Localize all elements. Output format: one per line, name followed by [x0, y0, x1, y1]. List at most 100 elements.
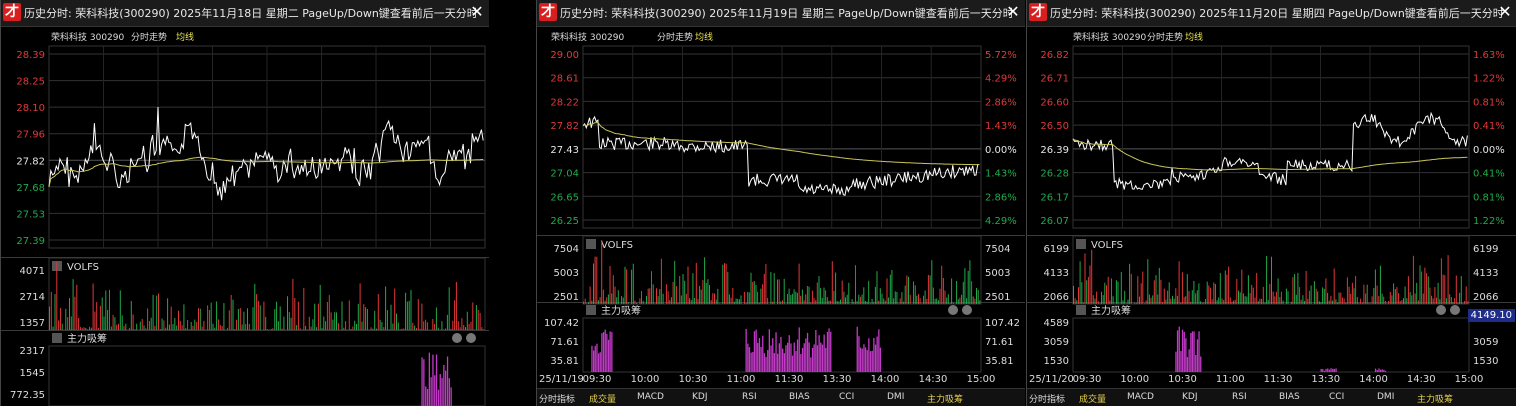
main-bar	[593, 350, 595, 372]
indicator-tab[interactable]: 成交量	[1079, 392, 1106, 405]
volume-bar	[730, 297, 732, 304]
indicator-tab[interactable]: 成交量	[589, 392, 616, 405]
volume-bar	[475, 305, 477, 330]
indicator-tab[interactable]: 分时指标	[1029, 392, 1065, 405]
indicator-tab[interactable]: RSI	[742, 392, 757, 402]
pct-tick-label: 0.81%	[1473, 97, 1505, 108]
indicator-tab[interactable]: MACD	[1127, 392, 1154, 402]
volume-bar	[853, 301, 855, 304]
volume-bar	[212, 323, 214, 330]
intraday-chart[interactable]: 28.392.05%28.251.54%28.101.02%27.960.51%…	[1, 0, 489, 406]
price-tick-label: 27.43	[550, 145, 579, 156]
time-tick-label: 14:30	[919, 374, 948, 385]
volume-bar	[826, 297, 828, 304]
indicator-tab[interactable]: 主力吸筹	[927, 392, 963, 405]
main-bar	[1188, 349, 1190, 372]
volume-bar	[277, 321, 279, 330]
indicator-tab[interactable]: CCI	[839, 392, 854, 402]
volume-bar	[316, 327, 318, 330]
volume-bar	[136, 323, 138, 330]
volume-bar	[1198, 283, 1200, 304]
volume-bar	[1150, 297, 1152, 304]
volume-bar	[898, 303, 900, 304]
volume-bar	[1371, 296, 1373, 304]
volume-bar	[591, 300, 593, 304]
volume-bar	[891, 270, 893, 304]
pct-tick-label: 5.72%	[985, 50, 1017, 61]
volume-bar	[1205, 299, 1206, 304]
volume-bar	[647, 288, 649, 304]
volume-bar	[1224, 270, 1226, 304]
volume-bar	[210, 302, 212, 330]
main-tick-label: 3059	[1044, 337, 1069, 348]
volume-bar	[1195, 293, 1197, 304]
price-tick-label: 26.82	[1040, 50, 1069, 61]
volume-bar	[1317, 291, 1319, 304]
volume-bar	[727, 271, 729, 304]
volume-bar	[745, 302, 747, 304]
volume-label: VOLFS	[1091, 240, 1123, 251]
main-indicator-label: 主力吸筹	[67, 332, 107, 345]
indicator-tab[interactable]: KDJ	[692, 392, 708, 402]
intraday-chart[interactable]: 26.82 1.63% 26.71 1.22% 26.60 0.81% 26.50 0.41%…	[1027, 0, 1516, 406]
volume-bar	[974, 298, 976, 304]
intraday-chart[interactable]: 29.00 5.72% 28.61 4.29% 28.22 2.86% 27.82 1.43%…	[537, 0, 1025, 406]
price-tick-label: 28.39	[16, 50, 45, 61]
volume-bar	[1115, 280, 1117, 304]
volume-bar	[383, 327, 385, 330]
main-bar	[1328, 369, 1331, 372]
volume-bar	[203, 320, 205, 330]
volume-bar	[452, 320, 454, 330]
volume-tick-label: 7504	[985, 244, 1010, 255]
volume-bar	[1389, 292, 1391, 304]
indicator-tab[interactable]: 主力吸筹	[1417, 392, 1453, 405]
volume-tick-label: 4071	[20, 266, 45, 277]
main-bar	[1175, 351, 1177, 372]
volume-bar	[245, 323, 247, 330]
indicator-tab[interactable]: RSI	[1232, 392, 1247, 402]
volume-bar	[1221, 298, 1223, 304]
indicator-tab[interactable]: BIAS	[789, 392, 810, 402]
main-bar	[790, 343, 792, 372]
volume-bar	[1178, 261, 1180, 304]
indicator-tab[interactable]: MACD	[637, 392, 664, 402]
volume-bar	[477, 310, 479, 330]
volume-bar	[881, 293, 883, 304]
indicator-tab[interactable]: DMI	[887, 392, 904, 402]
main-bar	[801, 347, 804, 372]
volume-bar	[188, 329, 190, 330]
volume-bar	[466, 311, 468, 330]
volume-bar	[1193, 280, 1195, 304]
volume-bar	[783, 278, 785, 304]
volume-bar	[878, 300, 880, 304]
volume-bar	[179, 320, 181, 330]
main-bar	[858, 336, 860, 372]
volume-bar	[228, 310, 230, 330]
indicator-tab[interactable]: KDJ	[1182, 392, 1198, 402]
volume-bar	[763, 273, 765, 304]
main-bar	[432, 354, 434, 406]
volume-bar	[636, 303, 638, 304]
main-tick-label: 2317	[20, 346, 45, 357]
volume-bar	[1264, 302, 1266, 304]
volume-bar	[174, 318, 176, 330]
volume-bar	[1391, 295, 1393, 304]
volume-tick-label: 6199	[1473, 244, 1498, 255]
main-bar	[597, 353, 600, 372]
volume-bar	[1323, 288, 1325, 304]
volume-bar	[961, 294, 963, 304]
volume-bar	[1277, 278, 1279, 304]
main-bar	[758, 338, 761, 372]
volume-bar	[752, 282, 754, 304]
volume-tick-label: 5003	[985, 268, 1010, 279]
volume-bar	[1139, 296, 1140, 304]
volume-bar	[243, 311, 245, 330]
indicator-tab[interactable]: DMI	[1377, 392, 1394, 402]
volume-bar	[401, 328, 403, 330]
volume-bar	[1160, 279, 1162, 304]
volume-bar	[606, 297, 608, 304]
indicator-tab[interactable]: 分时指标	[539, 392, 575, 405]
indicator-tab[interactable]: CCI	[1329, 392, 1344, 402]
volume-bar	[1460, 276, 1462, 304]
indicator-tab[interactable]: BIAS	[1279, 392, 1300, 402]
